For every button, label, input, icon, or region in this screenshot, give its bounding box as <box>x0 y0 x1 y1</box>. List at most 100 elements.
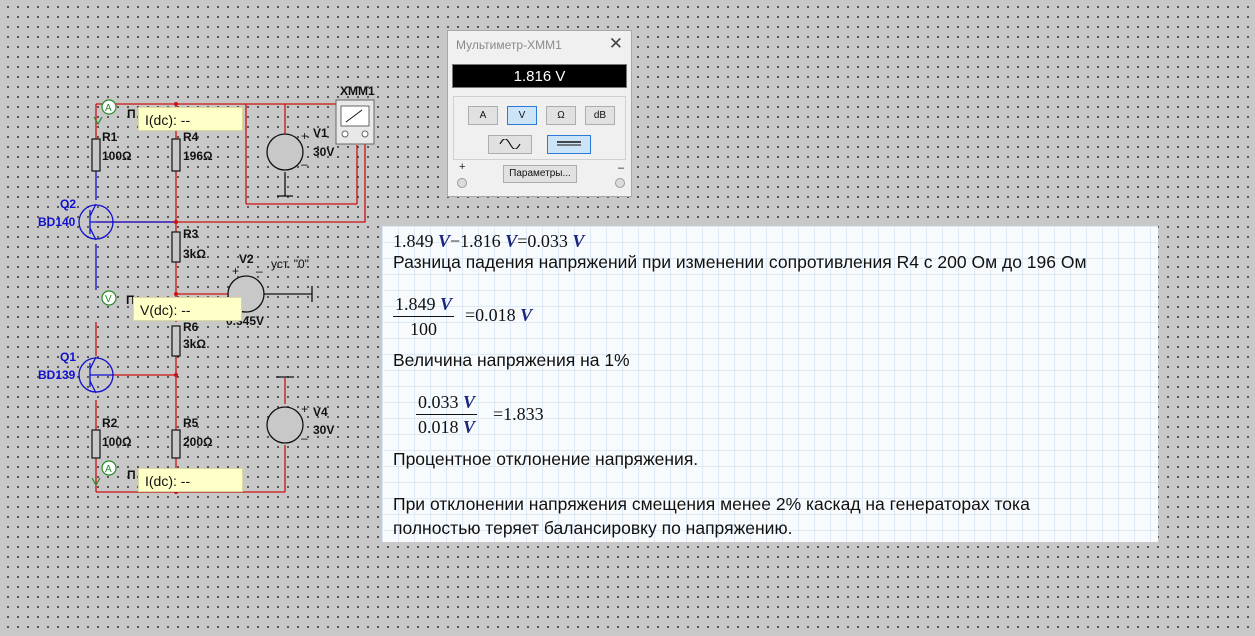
r6-value: 3kΩ <box>183 337 206 351</box>
mode-ohmmeter-button[interactable]: Ω <box>546 106 576 125</box>
resistor-r6[interactable] <box>171 325 181 357</box>
multimeter-title: Мультиметр-XMM1 <box>456 38 562 52</box>
probe-bottom-tag: П <box>127 468 136 482</box>
eq3-result: =1.833 <box>493 404 544 425</box>
v1-name: V1 <box>313 126 328 140</box>
probe-top-tag: П <box>127 107 136 121</box>
eq1-minus: − <box>450 231 461 251</box>
r1-name: R1 <box>102 130 118 144</box>
v1-plus: + <box>301 129 308 143</box>
eq1-c: 0.033 <box>527 231 568 251</box>
eq2-unit: V <box>440 294 453 314</box>
calculation-notes[interactable]: 1.849 V−1.816 V=0.033 V Разница падения … <box>382 226 1158 542</box>
eq1-a: 1.849 <box>393 231 434 251</box>
multimeter-controls: A V Ω dB <box>453 96 626 160</box>
eq2-num: 1.849 <box>395 294 436 314</box>
r4-name: R4 <box>183 130 199 144</box>
r6-name: R6 <box>183 320 199 334</box>
plus-terminal-label: + <box>459 161 466 173</box>
v1-minus: – <box>301 157 308 171</box>
eq2-eq: = <box>465 305 476 325</box>
r2-name: R2 <box>102 416 118 430</box>
transistor-q1[interactable] <box>78 356 114 394</box>
v4-plus: + <box>301 402 308 416</box>
wires-blue[interactable] <box>95 171 176 290</box>
source-v1[interactable] <box>266 104 304 171</box>
multimeter-display: 1.816 V <box>452 64 627 88</box>
eq1-b: 1.816 <box>460 231 501 251</box>
v1-value: 30V <box>313 145 334 159</box>
equation-difference: 1.849 V−1.816 V=0.033 V <box>393 231 584 252</box>
equation-percent-deviation: 0.033 V 0.018 V <box>416 390 478 439</box>
eq2-den: 100 <box>410 319 437 339</box>
eq2-result-unit: V <box>520 305 533 325</box>
resistor-r4[interactable] <box>171 138 181 172</box>
r3-name: R3 <box>183 227 199 241</box>
note-line-4a: При отклонении напряжения смещения менее… <box>393 494 1030 514</box>
eq3-den: 0.018 <box>418 417 459 437</box>
sine-wave-icon <box>499 138 521 150</box>
probe-readout-bottom: I(dc): -- <box>138 468 243 492</box>
v2-setting: уст. "0" <box>271 257 309 271</box>
r5-value: 200Ω <box>183 435 213 449</box>
xmm-label: XMM1 <box>340 84 375 98</box>
note-line-3: Процентное отклонение напряжения. <box>393 449 699 469</box>
close-icon[interactable]: ✕ <box>609 34 623 54</box>
v4-name: V4 <box>313 405 328 419</box>
multimeter-xmm1-icon[interactable] <box>335 99 375 145</box>
note-line-2: Величина напряжения на 1% <box>393 350 630 370</box>
mode-voltmeter-button[interactable]: V <box>507 106 537 125</box>
eq2-result-value: 0.018 <box>475 305 516 325</box>
probe-a-top-letter: A <box>105 103 112 114</box>
eq3-result-value: 1.833 <box>503 404 544 424</box>
probe-current-bottom[interactable]: A П <box>91 460 136 487</box>
eq1-eq: = <box>517 231 528 251</box>
v4-value: 30V <box>313 423 334 437</box>
eq1-unit-c: V <box>572 231 585 251</box>
ac-mode-button[interactable] <box>488 135 532 154</box>
v2-name: V2 <box>239 252 254 266</box>
eq1-unit-b: V <box>505 231 518 251</box>
v2-minus: – <box>256 264 263 278</box>
probe-voltage-middle[interactable]: V П <box>101 290 135 307</box>
parameters-button[interactable]: Параметры... <box>503 165 577 183</box>
transistor-q2[interactable] <box>78 203 114 241</box>
q2-name: Q2 <box>60 197 76 211</box>
equation-one-percent: 1.849 V 100 <box>393 292 455 341</box>
wires-black[interactable] <box>264 172 313 378</box>
minus-terminal-label: – <box>618 162 625 174</box>
v4-minus: – <box>301 431 308 445</box>
eq3-unit-den: V <box>463 417 476 437</box>
resistor-r1[interactable] <box>91 138 101 172</box>
resistor-r3[interactable] <box>171 231 181 263</box>
dc-line-icon <box>557 141 581 146</box>
r4-value: 196Ω <box>183 149 213 163</box>
probe-v-letter: V <box>105 294 112 305</box>
probe-readout-top: I(dc): -- <box>138 107 243 131</box>
dc-mode-button[interactable] <box>547 135 591 154</box>
eq3-num: 0.033 <box>418 392 459 412</box>
resistor-r2[interactable] <box>91 429 101 459</box>
plus-terminal[interactable] <box>457 178 467 188</box>
minus-terminal[interactable] <box>615 178 625 188</box>
probe-readout-middle: V(dc): -- <box>133 297 242 321</box>
v2-plus: + <box>232 264 239 278</box>
eq3-unit-num: V <box>463 392 476 412</box>
q1-name: Q1 <box>60 350 76 364</box>
mode-db-button[interactable]: dB <box>585 106 615 125</box>
multimeter-window[interactable]: Мультиметр-XMM1 ✕ 1.816 V A V Ω dB + Пар… <box>447 30 632 197</box>
mode-ammeter-button[interactable]: A <box>468 106 498 125</box>
r5-name: R5 <box>183 416 199 430</box>
source-v4[interactable] <box>266 406 304 444</box>
probe-a-bottom-letter: A <box>105 464 112 475</box>
r1-value: 100Ω <box>102 149 132 163</box>
eq3-eq: = <box>493 404 504 424</box>
q2-model: BD140 <box>38 215 76 229</box>
note-line-4b: полностью теряет балансировку по напряже… <box>393 518 793 538</box>
q1-model: BD139 <box>38 368 76 382</box>
note-line-1: Разница падения напряжений при изменении… <box>393 252 1087 272</box>
r2-value: 100Ω <box>102 435 132 449</box>
eq1-unit-a: V <box>438 231 451 251</box>
r3-value: 3kΩ <box>183 247 206 261</box>
resistor-r5[interactable] <box>171 429 181 459</box>
